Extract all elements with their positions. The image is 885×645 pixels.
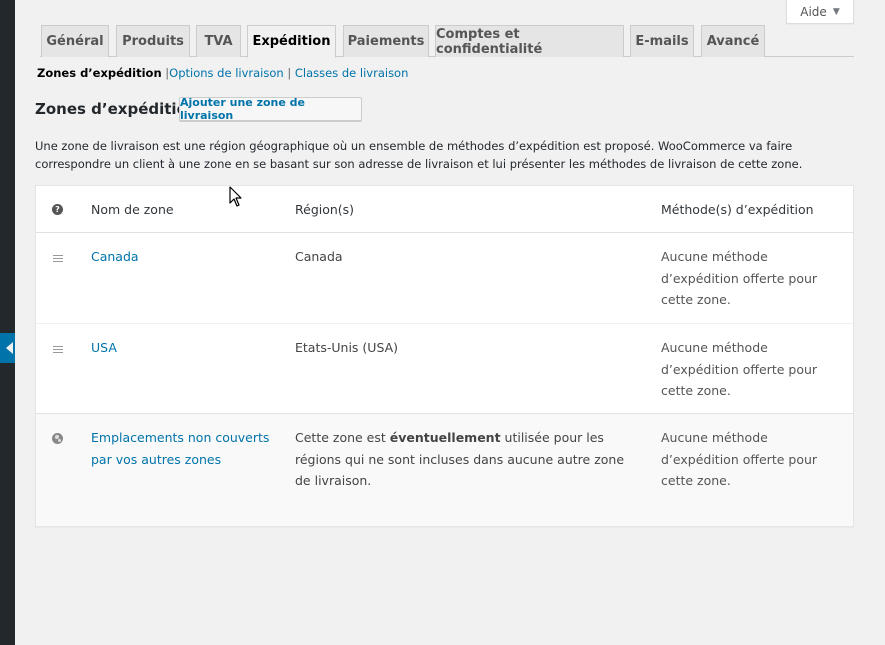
tab-products[interactable]: Produits xyxy=(116,25,190,57)
zone-methods: Aucune méthode d’expédition offerte pour… xyxy=(661,430,818,488)
regions-bold-text: éventuellement xyxy=(389,430,501,445)
subnav-options[interactable]: Options de livraison xyxy=(169,66,284,80)
tab-shipping[interactable]: Expédition xyxy=(247,25,336,58)
zone-name-link[interactable]: Emplacements non couverts par vos autres… xyxy=(91,427,271,470)
page-description: Une zone de livraison est une région géo… xyxy=(35,139,803,171)
mouse-cursor-icon xyxy=(229,186,242,207)
subnav-separator: | xyxy=(287,66,292,80)
tab-payments[interactable]: Paiements xyxy=(343,25,429,57)
tab-accounts-privacy[interactable]: Comptes et confidentialité xyxy=(435,25,624,57)
tab-emails[interactable]: E-mails xyxy=(630,25,694,57)
drag-handle-icon[interactable] xyxy=(53,255,63,263)
shipping-subnav: Zones d’expédition |Options de livraison… xyxy=(37,66,408,80)
header-methods: Méthode(s) d’expédition xyxy=(661,202,814,217)
subnav-classes[interactable]: Classes de livraison xyxy=(295,66,409,80)
zone-regions: Canada xyxy=(295,249,343,264)
zone-regions: Etats-Unis (USA) xyxy=(295,340,399,355)
settings-tabs: Général Produits TVA Expédition Paiement… xyxy=(40,25,854,58)
help-tab-label: Aide xyxy=(800,4,827,19)
page-title: Zones d’expédition xyxy=(35,100,198,118)
admin-menu-current-indicator[interactable] xyxy=(0,333,15,363)
header-zone-name: Nom de zone xyxy=(91,202,174,217)
zone-name-link[interactable]: USA xyxy=(91,337,271,359)
add-zone-button[interactable]: Ajouter une zone de livraison xyxy=(179,96,362,122)
table-row: USA Etats-Unis (USA) Aucune méthode d’ex… xyxy=(36,324,853,414)
tab-tax[interactable]: TVA xyxy=(196,25,241,57)
help-tab-button[interactable]: Aide ▼ xyxy=(786,0,854,24)
zone-regions: Cette zone est éventuellement utilisée p… xyxy=(295,427,635,492)
regions-text: Cette zone est xyxy=(295,430,390,445)
table-row-rest-of-world: Emplacements non couverts par vos autres… xyxy=(36,414,853,526)
zone-methods: Aucune méthode d’expédition offerte pour… xyxy=(661,249,818,307)
drag-handle-icon[interactable] xyxy=(53,346,63,354)
admin-sidebar xyxy=(0,0,15,645)
help-icon[interactable]: ? xyxy=(52,204,63,215)
main-content: Aide ▼ Général Produits TVA Expédition P… xyxy=(15,0,885,645)
header-regions: Région(s) xyxy=(295,202,355,217)
table-header: ? Nom de zone Région(s) Méthode(s) d’exp… xyxy=(36,186,853,233)
caret-down-icon: ▼ xyxy=(832,6,840,17)
zone-methods: Aucune méthode d’expédition offerte pour… xyxy=(661,340,818,398)
shipping-zones-table: ? Nom de zone Région(s) Méthode(s) d’exp… xyxy=(35,185,854,527)
subnav-zones[interactable]: Zones d’expédition xyxy=(37,66,162,80)
table-row: Canada Canada Aucune méthode d’expéditio… xyxy=(36,233,853,324)
tab-advanced[interactable]: Avancé xyxy=(701,25,765,57)
tab-general[interactable]: Général xyxy=(41,25,109,57)
globe-icon xyxy=(52,433,63,444)
zone-name-link[interactable]: Canada xyxy=(91,246,271,268)
